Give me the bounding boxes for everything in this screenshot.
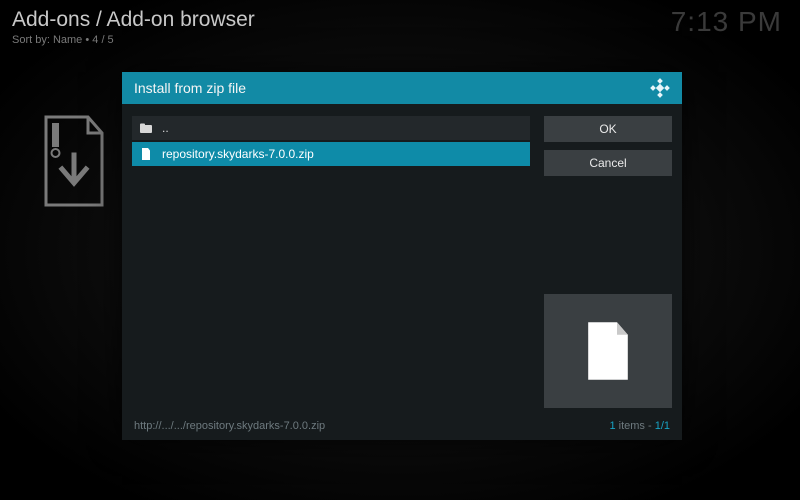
dialog-title-text: Install from zip file <box>134 80 246 96</box>
sort-info: Sort by: Name • 4 / 5 <box>12 34 255 46</box>
footer-path: http://.../.../repository.skydarks-7.0.0… <box>134 420 325 432</box>
zip-download-icon <box>38 115 108 210</box>
dialog-footer: http://.../.../repository.skydarks-7.0.0… <box>122 416 682 440</box>
parent-directory-label: .. <box>162 121 169 135</box>
dialog-titlebar: Install from zip file <box>122 72 682 104</box>
file-preview <box>544 294 672 408</box>
page-header: Add-ons / Add-on browser Sort by: Name •… <box>12 8 255 46</box>
ok-button[interactable]: OK <box>544 116 672 142</box>
file-icon <box>140 148 152 160</box>
parent-directory-row[interactable]: .. <box>132 116 530 140</box>
file-list: .. repository.skydarks-7.0.0.zip <box>132 116 530 416</box>
kodi-logo-icon <box>650 78 670 98</box>
file-row-selected[interactable]: repository.skydarks-7.0.0.zip <box>132 142 530 166</box>
clock: 7:13 PM <box>671 6 782 38</box>
footer-count: 1 items - 1/1 <box>609 420 670 432</box>
breadcrumb: Add-ons / Add-on browser <box>12 8 255 32</box>
install-zip-dialog: Install from zip file <box>122 72 682 440</box>
folder-up-icon <box>140 122 152 134</box>
cancel-button[interactable]: Cancel <box>544 150 672 176</box>
dialog-side-panel: OK Cancel <box>544 116 672 416</box>
file-name: repository.skydarks-7.0.0.zip <box>162 147 314 161</box>
document-icon <box>581 318 635 384</box>
